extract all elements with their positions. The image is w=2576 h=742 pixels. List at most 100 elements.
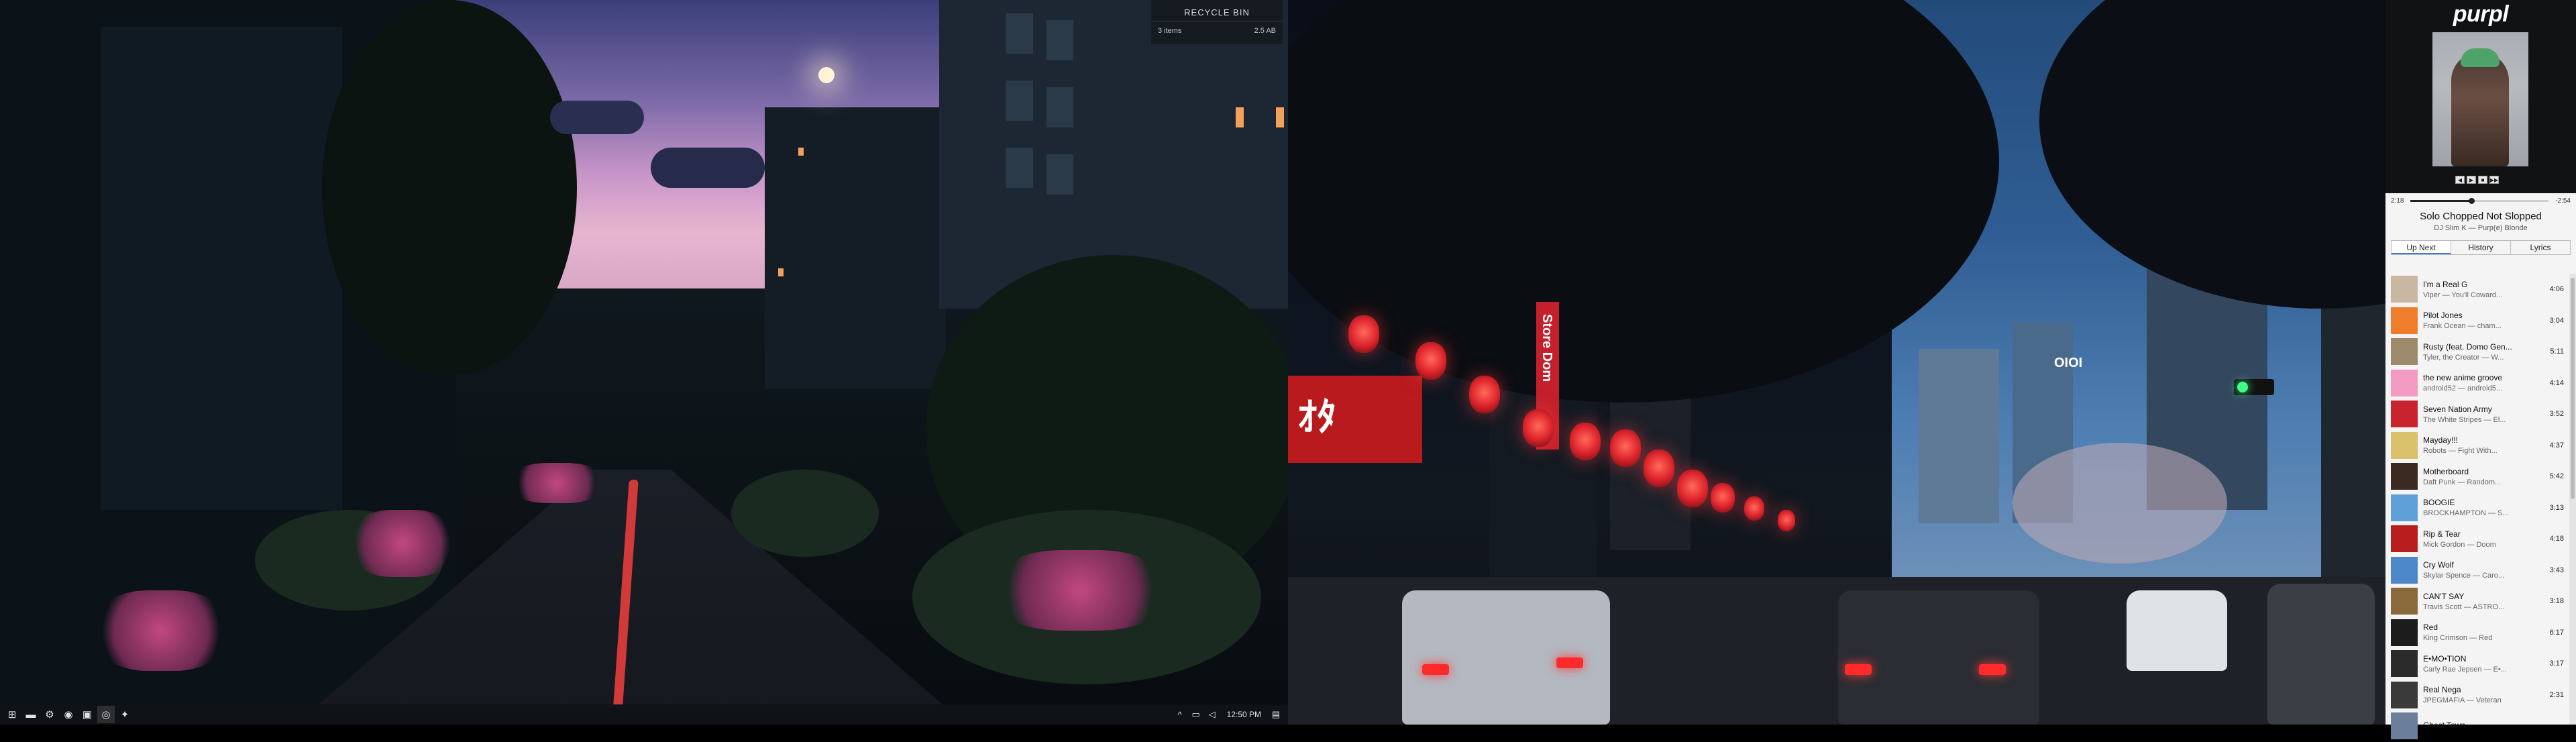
wallpaper-lantern bbox=[1415, 342, 1446, 380]
queue-scroll-thumb[interactable] bbox=[2571, 278, 2575, 499]
recycle-bin-size: 2.5 AB bbox=[1254, 27, 1276, 35]
file-explorer-icon[interactable]: ▬ bbox=[22, 706, 40, 723]
app-logo: purpl bbox=[2453, 1, 2509, 27]
track-album-thumb bbox=[2391, 712, 2418, 740]
wallpaper-traffic-light bbox=[2234, 379, 2274, 395]
track-row[interactable]: Cry Wolf Skylar Spence — Caro... 3:43 bbox=[2385, 555, 2569, 586]
right-desktop-wallpaper: ｵﾀ Store Dom OIOI bbox=[1288, 0, 2576, 725]
track-album-thumb bbox=[2391, 494, 2418, 521]
recycle-bin-widget[interactable]: RECYCLE BIN 3 items 2.5 AB bbox=[1151, 0, 1283, 44]
tab-history[interactable]: History bbox=[2451, 241, 2511, 254]
queue-scrollbar[interactable] bbox=[2569, 274, 2576, 725]
track-row[interactable]: Motherboard Daft Punk — Random... 5:42 bbox=[2385, 461, 2569, 492]
steam-icon[interactable]: ⚙ bbox=[41, 706, 58, 723]
start-icon[interactable]: ⊞ bbox=[3, 706, 21, 723]
wallpaper-lantern bbox=[1570, 423, 1601, 460]
track-duration: 3:52 bbox=[2549, 410, 2564, 419]
track-duration: 3:18 bbox=[2549, 597, 2564, 606]
wallpaper-building bbox=[1919, 349, 1999, 523]
wallpaper-cloud bbox=[651, 148, 765, 188]
wallpaper-lit-window bbox=[1276, 107, 1284, 127]
track-artist-album: Tyler, the Creator — W... bbox=[2423, 353, 2504, 362]
track-info: E•MO•TION Carly Rae Jepsen — E•... bbox=[2423, 654, 2546, 674]
wallpaper-window bbox=[1006, 148, 1033, 188]
track-album-thumb bbox=[2391, 619, 2418, 646]
track-info: BOOGIE BROCKHAMPTON — S... bbox=[2423, 498, 2546, 517]
track-album-thumb bbox=[2391, 401, 2418, 428]
track-row[interactable]: Real Nega JPEGMAFIA — Veteran 2:31 bbox=[2385, 680, 2569, 711]
album-control-button[interactable]: ▶ bbox=[2467, 176, 2476, 184]
track-artist-album: Frank Ocean — cham... bbox=[2423, 322, 2502, 331]
track-duration: 4:37 bbox=[2549, 441, 2564, 449]
album-art[interactable] bbox=[2432, 32, 2528, 166]
tray-chevron-icon[interactable]: ^ bbox=[1172, 710, 1188, 720]
track-duration: 6:17 bbox=[2549, 628, 2564, 637]
track-info: Rip & Tear Mick Gordon — Doom bbox=[2423, 529, 2546, 549]
track-row[interactable]: Red King Crimson — Red 6:17 bbox=[2385, 617, 2569, 649]
track-artist-album: Carly Rae Jepsen — E•... bbox=[2423, 665, 2507, 674]
app-icon[interactable]: ▣ bbox=[78, 706, 96, 723]
track-duration: 3:17 bbox=[2549, 659, 2564, 668]
wallpaper-flowers bbox=[349, 510, 456, 577]
track-row[interactable]: Rusty (feat. Domo Gen... Tyler, the Creat… bbox=[2385, 336, 2569, 368]
track-info: Pilot Jones Frank Ocean — cham... bbox=[2423, 311, 2546, 330]
wallpaper-window bbox=[1046, 154, 1073, 195]
notification-center-icon[interactable]: ▤ bbox=[1268, 709, 1284, 720]
wallpaper-lantern bbox=[1711, 483, 1735, 513]
wallpaper-lantern bbox=[1778, 510, 1795, 531]
track-title: Motherboard bbox=[2423, 466, 2469, 476]
track-duration: 4:06 bbox=[2549, 285, 2564, 294]
track-duration: 4:14 bbox=[2549, 378, 2564, 387]
track-album-thumb bbox=[2391, 431, 2418, 459]
track-artist-album: Mick Gordon — Doom bbox=[2423, 540, 2496, 549]
track-row[interactable]: Seven Nation Army The White Stripes — El.… bbox=[2385, 399, 2569, 430]
album-control-button[interactable]: ▶▶ bbox=[2489, 176, 2499, 184]
track-row[interactable]: the new anime groove android52 — android5… bbox=[2385, 368, 2569, 399]
track-row[interactable]: Pilot Jones Frank Ocean — cham... 3:04 bbox=[2385, 305, 2569, 337]
track-artist-album: JPEGMAFIA — Veteran bbox=[2423, 696, 2502, 705]
track-title: the new anime groove bbox=[2423, 373, 2503, 383]
album-control-button[interactable]: ◀ bbox=[2455, 176, 2465, 184]
track-title: E•MO•TION bbox=[2423, 653, 2467, 664]
media-player-icon[interactable]: ◎ bbox=[97, 706, 115, 723]
wallpaper-car bbox=[2127, 590, 2227, 671]
track-title: Seven Nation Army bbox=[2423, 404, 2492, 414]
wallpaper-tree bbox=[322, 0, 577, 376]
wallpaper-lantern bbox=[1523, 409, 1554, 447]
wallpaper-lantern bbox=[1644, 449, 1674, 487]
album-art-hair bbox=[2461, 48, 2500, 67]
steam-tray-icon[interactable]: ✦ bbox=[116, 706, 133, 723]
music-player-panel: purpl ◀ ▶ ■ ▶▶ 2:18 -2:54 Solo Chopped Not … bbox=[2385, 0, 2576, 740]
tab-lyrics[interactable]: Lyrics bbox=[2511, 241, 2570, 254]
track-album-thumb bbox=[2391, 338, 2418, 366]
tab-up-next[interactable]: Up Next bbox=[2392, 241, 2451, 254]
track-row[interactable]: CAN'T SAY Travis Scott — ASTRO... 3:18 bbox=[2385, 586, 2569, 617]
track-duration: 3:13 bbox=[2549, 503, 2564, 512]
wallpaper-bush bbox=[731, 470, 879, 557]
wallpaper-window bbox=[1006, 81, 1033, 121]
track-row[interactable]: BOOGIE BROCKHAMPTON — S... 3:13 bbox=[2385, 492, 2569, 524]
volume-icon[interactable]: ◁ bbox=[1204, 709, 1220, 720]
progress-track[interactable] bbox=[2410, 197, 2549, 204]
wallpaper-lantern bbox=[1348, 315, 1379, 353]
network-icon[interactable]: ▭ bbox=[1188, 709, 1204, 720]
wallpaper-cloud bbox=[550, 101, 644, 134]
track-row[interactable]: E•MO•TION Carly Rae Jepsen — E•... 3:17 bbox=[2385, 648, 2569, 680]
track-duration: 5:42 bbox=[2549, 472, 2564, 481]
chrome-icon[interactable]: ◉ bbox=[60, 706, 77, 723]
track-row[interactable]: I'm a Real G Viper — You'll Coward... 4:06 bbox=[2385, 274, 2569, 305]
track-row[interactable]: Mayday!!! Robots — Fight With... 4:37 bbox=[2385, 430, 2569, 462]
wallpaper-building bbox=[765, 107, 946, 389]
album-control-button[interactable]: ■ bbox=[2478, 176, 2487, 184]
track-title: Rusty (feat. Domo Gen... bbox=[2423, 341, 2512, 352]
wallpaper-storefront: ｵﾀ bbox=[1288, 376, 1422, 463]
track-info: the new anime groove android52 — android5… bbox=[2423, 373, 2546, 392]
track-duration: 5:11 bbox=[2550, 348, 2564, 356]
progress-thumb[interactable] bbox=[2468, 197, 2475, 204]
wallpaper-flowers bbox=[993, 550, 1167, 631]
track-album-thumb bbox=[2391, 369, 2418, 396]
taskbar-clock[interactable]: 12:50 PM bbox=[1220, 710, 1268, 719]
track-row[interactable]: Ghost Town bbox=[2385, 710, 2569, 742]
track-row[interactable]: Rip & Tear Mick Gordon — Doom 4:18 bbox=[2385, 523, 2569, 555]
wallpaper-flowers bbox=[510, 463, 604, 503]
